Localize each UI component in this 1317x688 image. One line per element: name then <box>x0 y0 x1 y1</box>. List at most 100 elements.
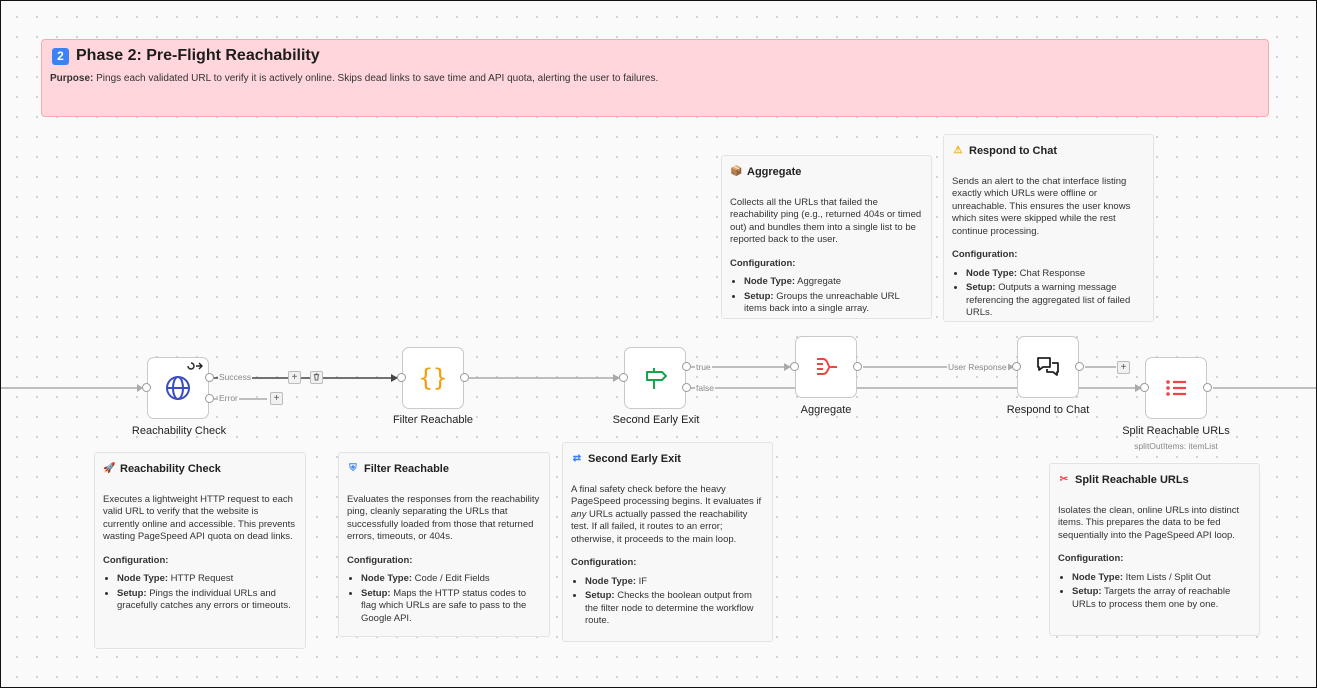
input-port[interactable] <box>1012 362 1021 371</box>
node-aggregate[interactable] <box>795 336 857 398</box>
setup-label: Setup: <box>744 290 774 302</box>
note-config-item: Setup: Pings the individual URLs and gra… <box>117 588 297 613</box>
node-filter-reachable[interactable]: {} <box>402 347 464 409</box>
list-icon <box>1166 380 1186 396</box>
node-split-reachable-urls[interactable] <box>1145 357 1207 419</box>
note-config-heading: Configuration: <box>952 249 1018 260</box>
note-config-heading: Configuration: <box>730 257 796 269</box>
sticky-note-reachability[interactable]: 🚀 Reachability Check Executes a lightweig… <box>94 452 306 649</box>
node-reachability-check[interactable] <box>147 357 209 419</box>
note-config-item: Setup: Groups the unreachable URL items … <box>744 291 923 316</box>
braces-icon: {} <box>418 364 448 392</box>
edge-label-user-response: User Response <box>947 362 1008 372</box>
output-port[interactable] <box>460 373 469 382</box>
trash-icon <box>313 373 320 381</box>
note-title-row: ⚠ Respond to Chat <box>952 145 1145 158</box>
note-config-item: Node Type: IF <box>585 576 764 589</box>
edge-label-error: Error <box>218 393 239 403</box>
note-description: Isolates the clean, online URLs into dis… <box>1058 504 1240 541</box>
edge-label-success: Success <box>218 372 253 382</box>
output-port[interactable] <box>853 362 862 371</box>
delete-connection-button[interactable] <box>310 371 323 384</box>
output-port[interactable] <box>1075 362 1084 371</box>
note-config-item: Setup: Outputs a warning message referen… <box>966 282 1145 320</box>
sticky-note-aggregate[interactable]: 📦 Aggregate Collects all the URLs that fa… <box>721 155 932 319</box>
sticky-note-exit[interactable]: ⇄ Second Early Exit A final safety check … <box>562 442 773 642</box>
input-port[interactable] <box>397 373 406 382</box>
node-label-exit: Second Early Exit <box>612 414 700 426</box>
node-sublabel-split: splitOutItems: itemList <box>1134 441 1218 451</box>
input-port[interactable] <box>142 383 151 392</box>
note-title: Split Reachable URLs <box>1075 474 1189 486</box>
note-description: Executes a lightweight HTTP request to e… <box>103 493 296 543</box>
node-label-reachability: Reachability Check <box>131 425 227 437</box>
node-type-label: Node Type: <box>585 575 637 587</box>
note-config-heading: Configuration: <box>571 557 637 568</box>
input-port[interactable] <box>790 362 799 371</box>
setup-label: Setup: <box>361 587 391 599</box>
warning-icon: ⚠ <box>953 145 963 156</box>
note-config-heading: Configuration: <box>103 554 169 566</box>
node-type-value: Code / Edit Fields <box>412 573 490 584</box>
output-port-false[interactable] <box>682 383 691 392</box>
note-config-item: Node Type: Item Lists / Split Out <box>1072 572 1251 585</box>
note-config-item: Node Type: Aggregate <box>744 276 923 289</box>
setup-label: Setup: <box>1072 586 1102 597</box>
sticky-note-filter[interactable]: ⛨ Filter Reachable Evaluates the response… <box>338 452 550 637</box>
add-after-respond-button[interactable]: + <box>1117 361 1130 374</box>
output-port[interactable] <box>1203 383 1212 392</box>
note-config-item: Setup: Maps the HTTP status codes to fla… <box>361 588 541 626</box>
node-type-value: Item Lists / Split Out <box>1123 571 1211 583</box>
node-label-aggregate: Aggregate <box>800 404 852 416</box>
output-port-error[interactable] <box>205 394 214 403</box>
node-type-label: Node Type: <box>117 573 169 584</box>
node-label-filter: Filter Reachable <box>392 414 474 426</box>
workflow-canvas[interactable]: 2 Phase 2: Pre-Flight Reachability Purpo… <box>0 0 1317 688</box>
note-title: Aggregate <box>747 166 802 178</box>
setup-label: Setup: <box>117 587 147 599</box>
desc-emphasis: any <box>571 508 587 520</box>
node-type-label: Node Type: <box>744 276 796 287</box>
node-type-label: Node Type: <box>966 267 1018 279</box>
desc-part: A final safety check before the heavy Pa… <box>571 483 762 508</box>
node-type-value: HTTP Request <box>168 573 234 584</box>
note-config-item: Setup: Checks the boolean output from th… <box>585 590 764 628</box>
note-config-list: Node Type: Code / Edit Fields Setup: Map… <box>347 573 541 625</box>
note-config-list: Node Type: Chat Response Setup: Outputs … <box>952 268 1145 320</box>
note-config-item: Node Type: Code / Edit Fields <box>361 573 541 586</box>
sticky-note-respond[interactable]: ⚠ Respond to Chat Sends an alert to the c… <box>943 134 1154 322</box>
rocket-icon: 🚀 <box>103 463 116 474</box>
input-port[interactable] <box>619 373 628 382</box>
node-type-value: Chat Response <box>1017 267 1086 279</box>
box-icon: 📦 <box>730 166 743 177</box>
note-description: A final safety check before the heavy Pa… <box>571 484 764 547</box>
output-port-true[interactable] <box>682 362 691 371</box>
node-type-label: Node Type: <box>1072 571 1124 583</box>
add-node-button[interactable]: + <box>288 371 301 384</box>
note-description: Evaluates the responses from the reachab… <box>347 493 540 543</box>
note-title: Filter Reachable <box>364 463 449 475</box>
note-title-row: ⇄ Second Early Exit <box>571 453 764 466</box>
node-respond-to-chat[interactable] <box>1017 336 1079 398</box>
retry-arrow-icon <box>187 362 203 370</box>
note-title-row: ✂ Split Reachable URLs <box>1058 474 1251 487</box>
note-title: Reachability Check <box>120 463 221 475</box>
sticky-note-split[interactable]: ✂ Split Reachable URLs Isolates the clean… <box>1049 463 1260 636</box>
node-type-value: IF <box>636 575 648 587</box>
note-title: Respond to Chat <box>969 145 1057 157</box>
note-title: Second Early Exit <box>588 453 681 465</box>
setup-label: Setup: <box>585 590 615 601</box>
note-title-row: ⛨ Filter Reachable <box>347 463 541 476</box>
node-type-value: Aggregate <box>795 276 841 287</box>
aggregate-icon <box>817 358 837 375</box>
split-icon: ⇄ <box>572 453 582 464</box>
add-error-node-button[interactable]: + <box>270 392 283 405</box>
input-port[interactable] <box>1140 383 1149 392</box>
globe-icon <box>166 376 190 400</box>
edge-label-true: true <box>695 362 712 372</box>
output-port-success[interactable] <box>205 373 214 382</box>
node-second-early-exit[interactable] <box>624 347 686 409</box>
note-description: Sends an alert to the chat interface lis… <box>952 175 1131 237</box>
node-type-label: Node Type: <box>361 573 413 584</box>
note-config-item: Node Type: Chat Response <box>966 268 1145 281</box>
